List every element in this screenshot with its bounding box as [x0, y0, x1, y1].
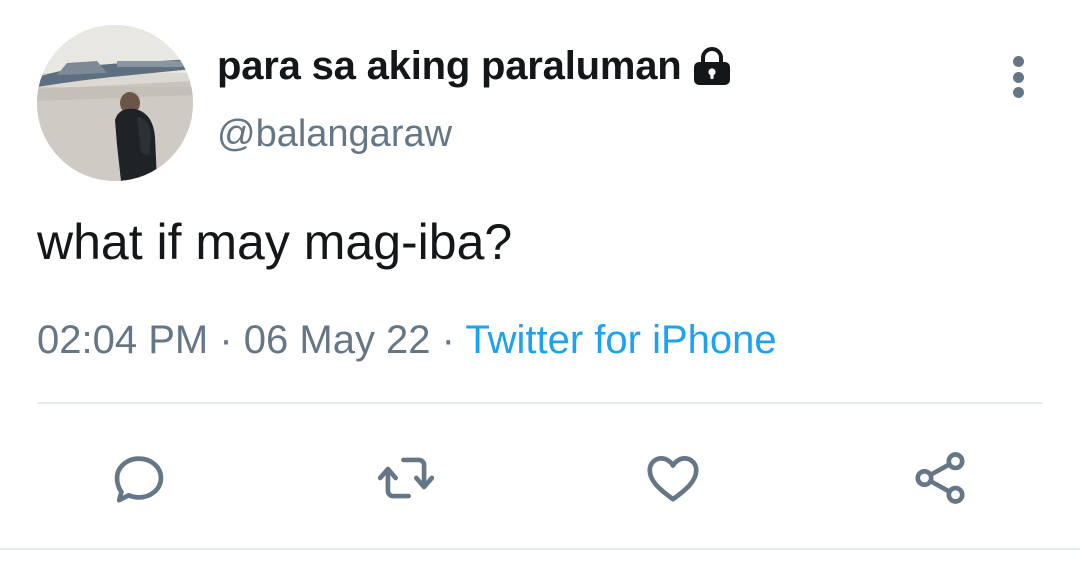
heart-icon — [647, 456, 699, 502]
avatar-photo — [37, 25, 193, 181]
retweet-button[interactable] — [371, 443, 441, 513]
tweet-source-link[interactable]: Twitter for iPhone — [465, 318, 776, 362]
reply-button[interactable] — [104, 443, 174, 513]
display-name-text: para sa aking paraluman — [217, 44, 682, 88]
share-icon — [915, 452, 965, 504]
avatar[interactable] — [37, 25, 193, 181]
user-handle[interactable]: @balangaraw — [217, 113, 452, 156]
meta-separator: · — [208, 318, 244, 362]
share-button[interactable] — [905, 443, 975, 513]
tweet-card: para sa aking paraluman @balangaraw what… — [0, 0, 1080, 567]
more-dot — [1012, 87, 1024, 98]
more-dot — [1012, 56, 1024, 67]
retweet-icon — [377, 457, 435, 499]
divider — [37, 402, 1043, 404]
tweet-date: 06 May 22 — [243, 318, 431, 362]
display-name[interactable]: para sa aking paraluman — [217, 44, 733, 89]
meta-separator: · — [430, 318, 466, 362]
tweet-time: 02:04 PM — [37, 318, 209, 362]
more-dot — [1012, 71, 1024, 83]
bottom-divider — [0, 548, 1080, 550]
more-vertical-icon[interactable] — [998, 52, 1038, 102]
tweet-text: what if may mag-iba? — [37, 214, 513, 270]
like-button[interactable] — [638, 443, 708, 513]
tweet-meta: 02:04 PM · 06 May 22 · Twitter for iPhon… — [37, 318, 777, 363]
reply-icon — [114, 456, 164, 503]
lock-icon — [691, 46, 733, 87]
